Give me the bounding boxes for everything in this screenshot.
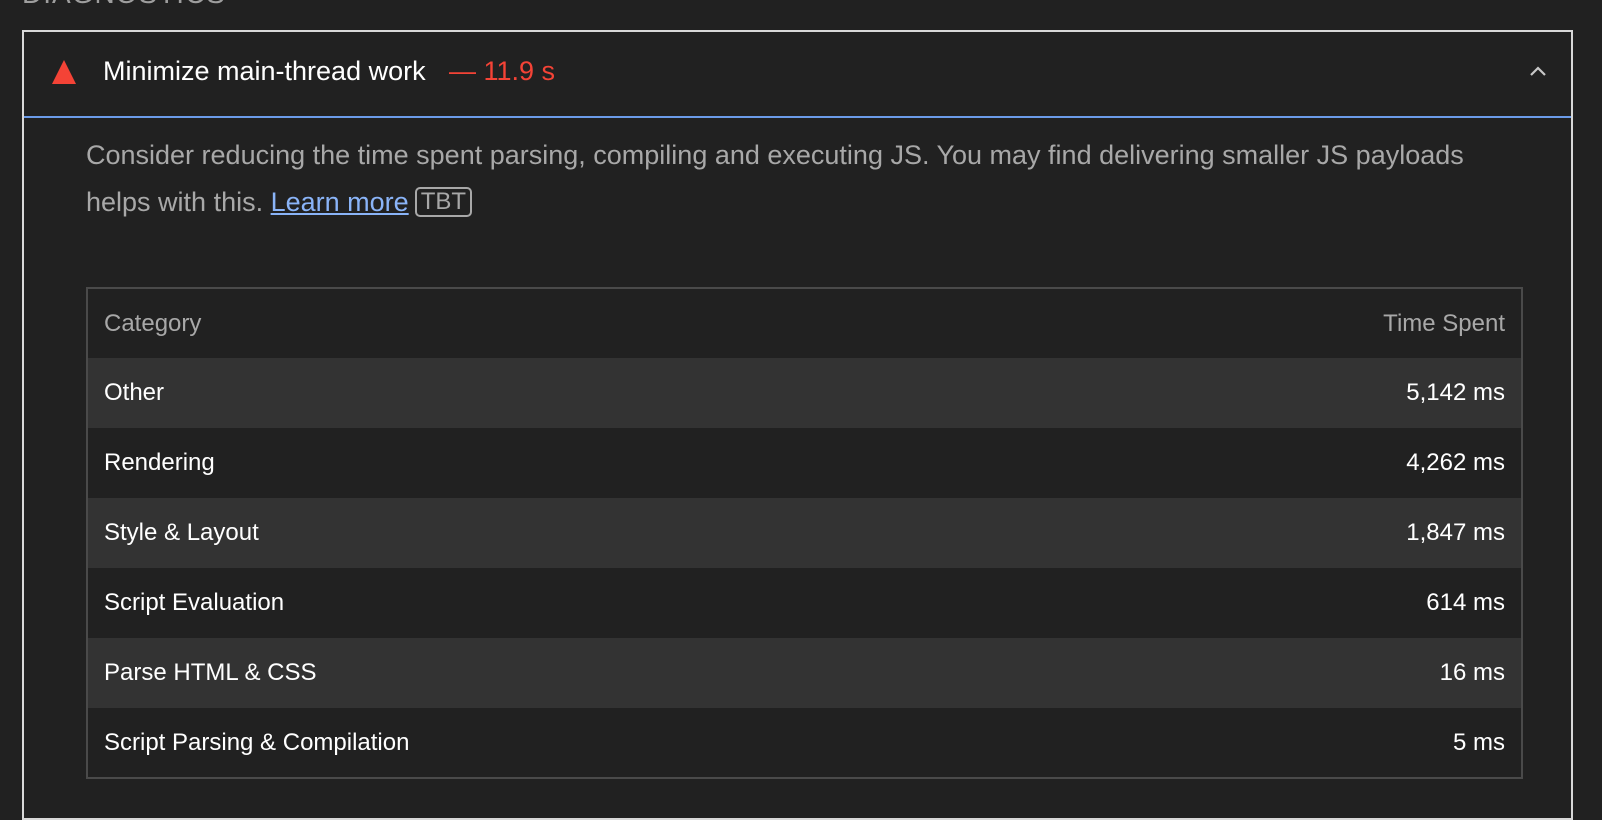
audit-value: — 11.9 s	[449, 56, 556, 86]
details-table: Category Time Spent Other 5,142 ms Rende…	[86, 287, 1523, 779]
row-time: 5 ms	[1452, 728, 1505, 756]
row-category: Rendering	[104, 449, 215, 476]
column-header-category: Category	[87, 288, 1072, 358]
row-time: 1,847 ms	[1406, 519, 1505, 546]
table-header-row: Category Time Spent	[87, 288, 1522, 358]
audit-header[interactable]: Minimize main-thread work — 11.9 s	[24, 32, 1571, 118]
table-row: Other 5,142 ms	[87, 358, 1522, 428]
audit-title: Minimize main-thread work	[103, 56, 426, 86]
row-time: 4,262 ms	[1406, 449, 1505, 476]
table-row: Script Evaluation 614 ms	[87, 568, 1522, 638]
chevron-up-icon[interactable]	[1529, 62, 1547, 80]
column-header-time-spent: Time Spent	[1071, 288, 1522, 358]
table-row: Script Parsing & Compilation 5 ms	[87, 708, 1522, 778]
row-time: 5,142 ms	[1406, 379, 1505, 406]
row-time: 16 ms	[1439, 659, 1505, 686]
row-time: 614 ms	[1426, 589, 1505, 616]
audit-description: Consider reducing the time spent parsing…	[86, 132, 1516, 226]
row-category: Other	[104, 379, 165, 406]
table-row: Style & Layout 1,847 ms	[87, 498, 1522, 568]
fail-triangle-icon	[52, 60, 76, 84]
row-category: Style & Layout	[104, 519, 259, 546]
row-category: Script Parsing & Compilation	[104, 728, 410, 756]
learn-more-link[interactable]: Learn more	[271, 187, 409, 217]
audit-body: Consider reducing the time spent parsing…	[86, 132, 1551, 779]
row-category: Script Evaluation	[104, 589, 285, 616]
table-row: Parse HTML & CSS 16 ms	[87, 638, 1522, 708]
row-category: Parse HTML & CSS	[104, 659, 317, 686]
table-row: Rendering 4,262 ms	[87, 428, 1522, 498]
tbt-badge: TBT	[414, 187, 473, 217]
audit-panel-main-thread-work: Minimize main-thread work — 11.9 s Consi…	[22, 30, 1573, 820]
section-heading: DIAGNOSTICS	[22, 0, 226, 10]
